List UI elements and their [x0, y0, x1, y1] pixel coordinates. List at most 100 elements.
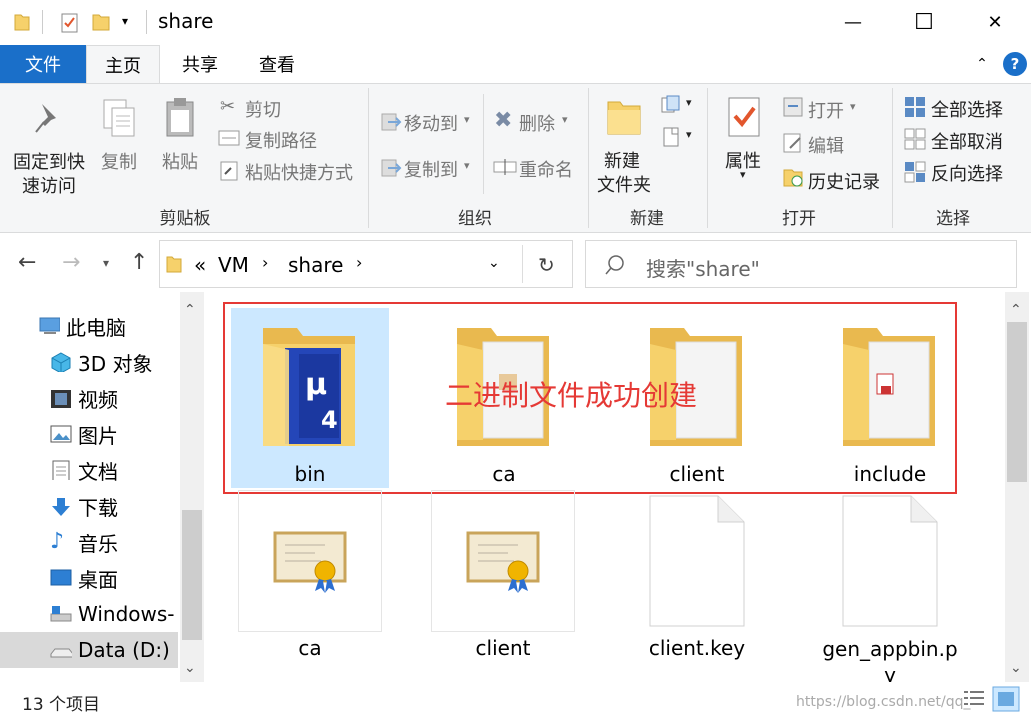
file-item-gen-appbin[interactable]: [811, 492, 969, 632]
close-button[interactable]: ✕: [960, 0, 1030, 45]
copy-to-dropdown-icon[interactable]: ▾: [464, 159, 470, 172]
pictures-icon: [50, 425, 72, 443]
edit-icon: [783, 133, 801, 153]
tab-home[interactable]: 主页: [86, 45, 160, 84]
new-folder-button-l1[interactable]: 新建: [604, 147, 640, 173]
easy-access-icon[interactable]: [662, 126, 682, 148]
drive-icon: [50, 648, 72, 658]
customize-qa-dropdown[interactable]: ▾: [122, 14, 128, 28]
large-icons-view-icon[interactable]: [992, 686, 1020, 712]
new-folder-button-l2[interactable]: 文件夹: [597, 171, 651, 197]
breadcrumb-overflow[interactable]: «: [194, 253, 206, 277]
tab-share[interactable]: 共享: [160, 45, 240, 83]
nav-item-desktop[interactable]: 桌面: [0, 560, 178, 596]
rename-button[interactable]: 重命名: [519, 156, 573, 182]
pin-quick-access-button-l2[interactable]: 速访问: [22, 172, 76, 198]
nav-item-documents[interactable]: 文档: [0, 452, 178, 488]
details-view-icon[interactable]: [962, 688, 986, 710]
scroll-down-icon[interactable]: ⌄: [1010, 660, 1022, 676]
move-to-dropdown-icon[interactable]: ▾: [464, 113, 470, 126]
forward-arrow-icon[interactable]: →: [62, 250, 80, 275]
paste-shortcut-button[interactable]: 粘贴快捷方式: [245, 159, 353, 185]
breadcrumb-share[interactable]: share: [288, 253, 343, 277]
refresh-icon[interactable]: ↻: [538, 253, 555, 277]
search-box[interactable]: 搜索"share": [585, 240, 1017, 288]
easy-access-dropdown-icon[interactable]: ▾: [686, 128, 692, 141]
nav-item-data-drive[interactable]: Data (D:): [0, 632, 178, 668]
certificate-icon: [466, 531, 540, 593]
new-folder-qa-icon[interactable]: [92, 12, 110, 32]
history-button[interactable]: 历史记录: [808, 168, 880, 194]
new-item-icon[interactable]: [660, 94, 682, 116]
nav-item-this-pc[interactable]: 此电脑: [0, 308, 178, 344]
delete-button[interactable]: 删除: [519, 110, 555, 136]
recent-locations-icon[interactable]: ▾: [103, 256, 109, 270]
help-icon[interactable]: ?: [1003, 52, 1027, 76]
folder-icon: [14, 14, 30, 31]
pin-quick-access-button-l1[interactable]: 固定到快: [13, 148, 85, 174]
organize-group-label: 组织: [458, 209, 492, 229]
cut-icon[interactable]: ✂: [220, 96, 235, 117]
copy-to-button[interactable]: 复制到: [404, 156, 458, 182]
nav-scroll-thumb[interactable]: [182, 510, 202, 640]
collapse-ribbon-icon[interactable]: ⌃: [968, 45, 996, 83]
minimize-button[interactable]: —: [818, 0, 888, 45]
open-dropdown-icon[interactable]: ▾: [850, 100, 856, 113]
delete-dropdown-icon[interactable]: ▾: [562, 113, 568, 126]
new-item-dropdown-icon[interactable]: ▾: [686, 96, 692, 109]
nav-label: 桌面: [78, 567, 118, 592]
copy-to-icon: [381, 159, 402, 177]
scroll-up-icon[interactable]: ⌃: [184, 302, 196, 318]
nav-item-videos[interactable]: 视频: [0, 380, 178, 416]
scroll-up-icon[interactable]: ⌃: [1010, 302, 1022, 318]
nav-item-downloads[interactable]: 下载: [0, 488, 178, 524]
select-none-button[interactable]: 全部取消: [931, 128, 1003, 154]
scroll-down-icon[interactable]: ⌄: [184, 660, 196, 676]
move-to-button[interactable]: 移动到: [404, 110, 458, 136]
video-icon: [51, 390, 71, 408]
cut-button[interactable]: 剪切: [245, 96, 281, 122]
nav-label: 文档: [78, 459, 118, 484]
nav-item-windows-drive[interactable]: Windows-: [0, 596, 178, 632]
paste-button[interactable]: 粘贴: [162, 148, 198, 174]
pin-icon: [35, 104, 56, 133]
tab-file[interactable]: 文件: [0, 45, 86, 83]
address-dropdown-icon[interactable]: ⌄: [488, 255, 500, 271]
up-arrow-icon[interactable]: ↑: [130, 250, 148, 275]
back-arrow-icon[interactable]: ←: [18, 250, 36, 275]
nav-label: 此电脑: [66, 315, 126, 340]
document-icon: [52, 460, 70, 480]
new-folder-icon: [607, 101, 641, 135]
breadcrumb-vm[interactable]: VM: [218, 253, 249, 277]
content-scrollbar[interactable]: ⌃ ⌄: [1005, 292, 1029, 682]
copy-path-icon: [218, 130, 240, 146]
edit-button[interactable]: 编辑: [808, 132, 844, 158]
nav-item-3d-objects[interactable]: 3D 对象: [0, 344, 178, 380]
file-item-client-cert[interactable]: [431, 490, 575, 632]
select-all-button[interactable]: 全部选择: [931, 96, 1003, 122]
tab-view[interactable]: 查看: [240, 45, 314, 83]
nav-item-pictures[interactable]: 图片: [0, 416, 178, 452]
properties-dropdown-icon[interactable]: ▾: [740, 168, 746, 181]
file-name: gen_appbin.p y: [822, 637, 958, 687]
search-input[interactable]: 搜索"share": [646, 253, 760, 282]
breadcrumb-separator-icon[interactable]: ›: [356, 253, 362, 272]
invert-selection-button[interactable]: 反向选择: [931, 160, 1003, 186]
download-icon: [52, 498, 70, 516]
separator: [483, 94, 484, 194]
properties-qa-icon[interactable]: [60, 12, 80, 34]
nav-item-music[interactable]: ♪ 音乐: [0, 524, 178, 560]
copy-button[interactable]: 复制: [101, 148, 137, 174]
open-button[interactable]: 打开: [808, 97, 844, 123]
nav-scrollbar[interactable]: ⌃ ⌄: [180, 292, 204, 682]
open-group-label: 打开: [782, 209, 816, 229]
address-bar[interactable]: « VM › share › ⌄ ↻: [159, 240, 573, 288]
file-item-ca-cert[interactable]: [238, 490, 382, 632]
file-list: μ 4 bin ca client include 二进制文件成功创建 ca c…: [205, 292, 1005, 687]
file-item-client-key[interactable]: [618, 492, 776, 632]
breadcrumb-separator-icon[interactable]: ›: [262, 253, 268, 272]
content-scroll-thumb[interactable]: [1007, 322, 1027, 482]
maximize-button[interactable]: ☐: [889, 0, 959, 45]
copy-path-button[interactable]: 复制路径: [245, 127, 317, 153]
file-icon: [842, 495, 938, 627]
